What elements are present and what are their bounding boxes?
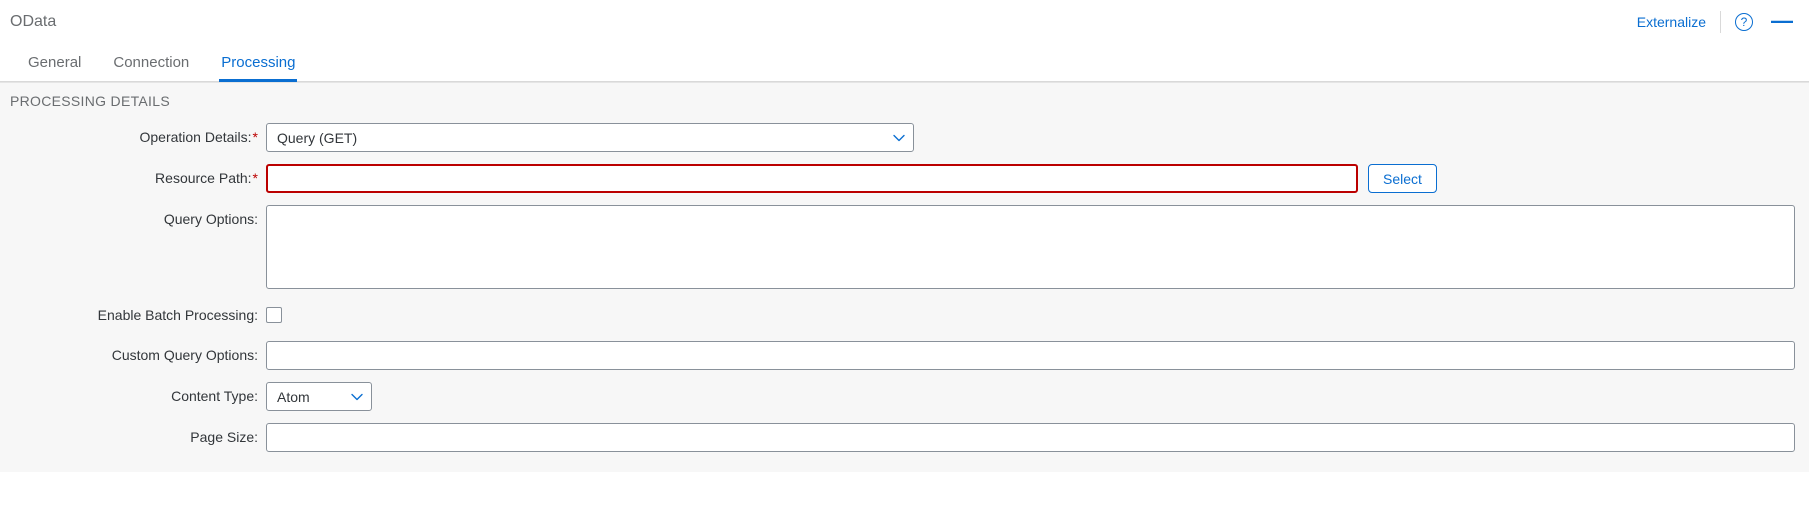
operation-details-select[interactable]: Query (GET): [266, 123, 914, 152]
row-resource-path: Resource Path:* Select: [10, 164, 1799, 193]
row-enable-batch: Enable Batch Processing:: [10, 301, 1799, 329]
query-options-textarea[interactable]: [266, 205, 1795, 289]
label-page-size: Page Size:: [10, 423, 266, 451]
label-query-options: Query Options:: [10, 205, 266, 233]
custom-query-input[interactable]: [266, 341, 1795, 370]
help-icon[interactable]: ?: [1735, 13, 1753, 31]
tab-general[interactable]: General: [28, 54, 81, 81]
row-query-options: Query Options:: [10, 205, 1799, 289]
tab-processing[interactable]: Processing: [221, 54, 295, 81]
content-type-value: Atom: [277, 389, 310, 405]
chevron-down-icon: [351, 391, 363, 403]
required-icon: *: [253, 129, 258, 145]
section-title: PROCESSING DETAILS: [10, 93, 1799, 109]
tabs: General Connection Processing: [0, 34, 1809, 82]
row-operation-details: Operation Details:* Query (GET): [10, 123, 1799, 152]
row-page-size: Page Size:: [10, 423, 1799, 452]
operation-details-value: Query (GET): [277, 130, 357, 146]
label-custom-query: Custom Query Options:: [10, 341, 266, 369]
minimize-icon[interactable]: —: [1771, 10, 1793, 34]
header-actions: Externalize ? —: [1637, 10, 1793, 34]
row-content-type: Content Type: Atom: [10, 382, 1799, 411]
tab-connection[interactable]: Connection: [113, 54, 189, 81]
label-resource-path: Resource Path:*: [10, 164, 266, 192]
required-icon: *: [253, 170, 258, 186]
label-enable-batch: Enable Batch Processing:: [10, 301, 266, 329]
divider: [1720, 11, 1721, 33]
select-button[interactable]: Select: [1368, 164, 1437, 193]
externalize-link[interactable]: Externalize: [1637, 14, 1706, 30]
content-type-select[interactable]: Atom: [266, 382, 372, 411]
label-resource-path-text: Resource Path:: [155, 170, 252, 186]
chevron-down-icon: [893, 132, 905, 144]
page-title: OData: [10, 13, 56, 31]
label-operation-details-text: Operation Details:: [139, 129, 251, 145]
resource-path-input[interactable]: [266, 164, 1358, 193]
header: OData Externalize ? —: [0, 0, 1809, 34]
enable-batch-checkbox[interactable]: [266, 307, 282, 323]
content-area: PROCESSING DETAILS Operation Details:* Q…: [0, 82, 1809, 472]
page-size-input[interactable]: [266, 423, 1795, 452]
row-custom-query: Custom Query Options:: [10, 341, 1799, 370]
label-content-type: Content Type:: [10, 382, 266, 410]
label-operation-details: Operation Details:*: [10, 123, 266, 151]
